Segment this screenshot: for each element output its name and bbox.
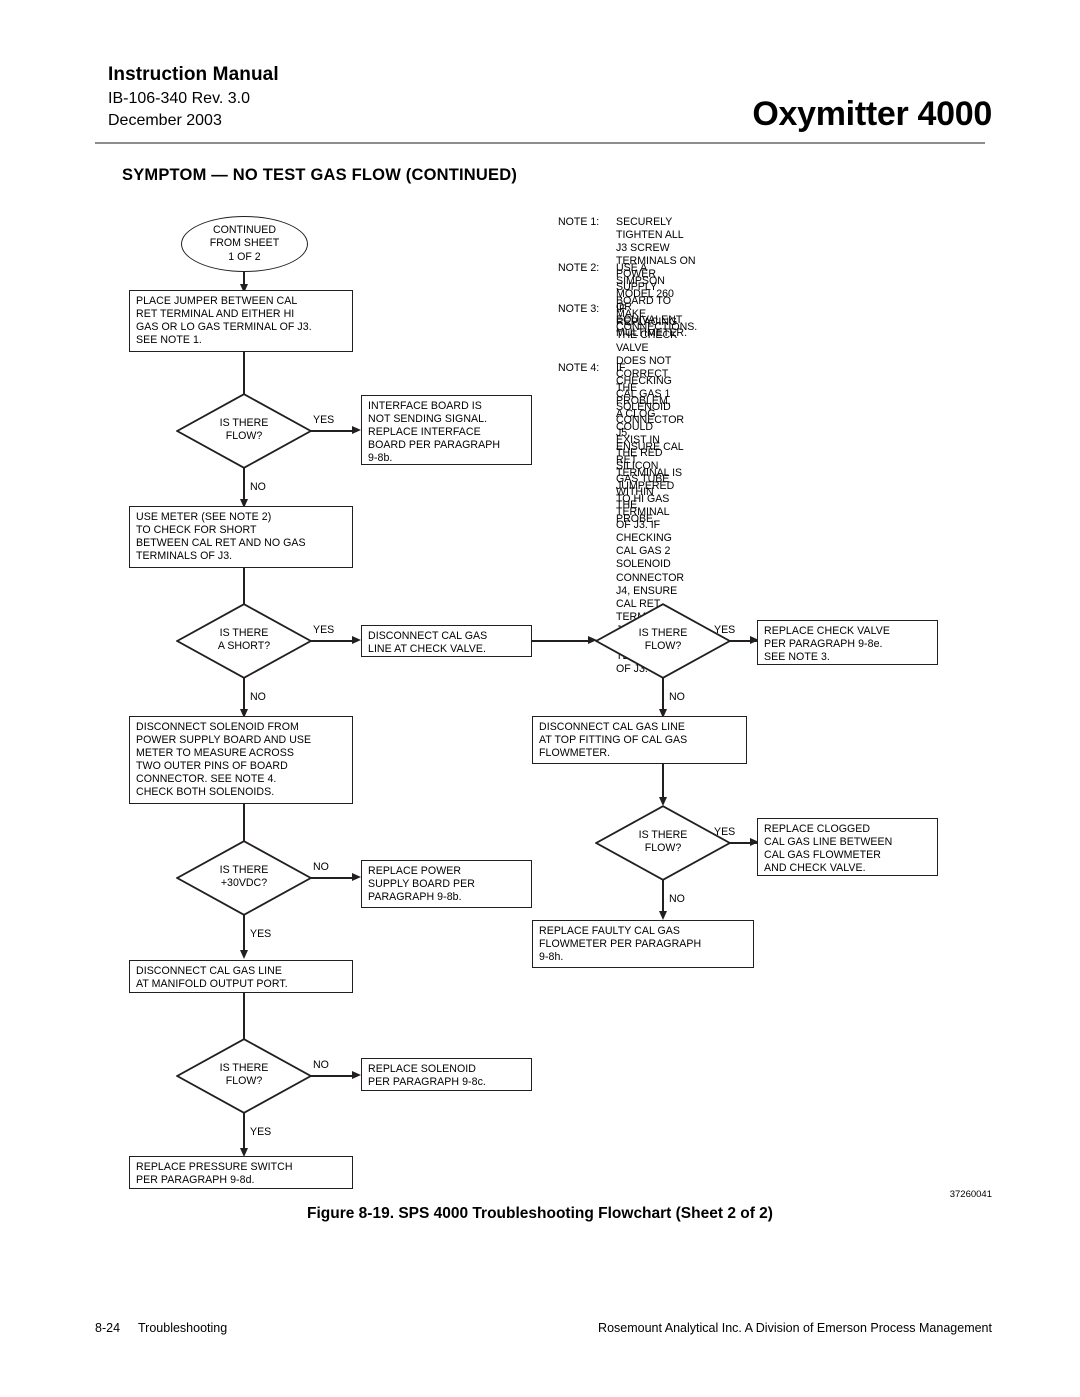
footer-page-number: 8-24 xyxy=(95,1321,121,1335)
arrowhead-right xyxy=(352,873,361,881)
box-disconnect-flowmeter: DISCONNECT CAL GAS LINE AT TOP FITTING O… xyxy=(532,716,747,764)
edge-label-no: NO xyxy=(313,1059,329,1071)
edge-label-no: NO xyxy=(669,893,685,905)
decision-flow-2-label: IS THERE FLOW? xyxy=(638,627,688,653)
arrowhead-down xyxy=(239,950,248,959)
decision-flow-3: IS THERE FLOW? xyxy=(595,805,731,881)
arrowhead-right xyxy=(352,1071,361,1079)
box-replace-check-valve: REPLACE CHECK VALVE PER PARAGRAPH 9-8e. … xyxy=(757,620,938,665)
connector-meter-to-short xyxy=(243,568,245,605)
edge-label-no: NO xyxy=(250,691,266,703)
connector-30vdc-yes xyxy=(243,915,245,953)
decision-flow-4: IS THERE FLOW? xyxy=(176,1038,312,1114)
footer-company: Rosemount Analytical Inc. A Division of … xyxy=(598,1321,992,1335)
box-replace-solenoid: REPLACE SOLENOID PER PARAGRAPH 9-8c. xyxy=(361,1058,532,1091)
header-divider xyxy=(95,142,985,144)
connector-30vdc-no xyxy=(310,877,357,879)
connector-jumper-to-flow1 xyxy=(243,352,245,395)
connector-flow4-yes xyxy=(243,1113,245,1151)
connector-short-yes xyxy=(310,640,357,642)
box-use-meter: USE METER (SEE NOTE 2) TO CHECK FOR SHOR… xyxy=(129,506,353,568)
decision-30vdc-label: IS THERE +30VDC? xyxy=(219,864,269,890)
footer-section: Troubleshooting xyxy=(138,1321,228,1335)
connector-checkvalve-to-flow2 xyxy=(532,640,592,642)
connector-manifold-to-flow4 xyxy=(243,993,245,1040)
connector-flow4-no xyxy=(310,1075,357,1077)
arrowhead-right xyxy=(352,636,361,644)
drawing-part-number: 37260041 xyxy=(949,1189,992,1200)
figure-caption: Figure 8-19. SPS 4000 Troubleshooting Fl… xyxy=(307,1205,773,1222)
decision-short: IS THERE A SHORT? xyxy=(176,603,312,679)
box-place-jumper: PLACE JUMPER BETWEEN CAL RET TERMINAL AN… xyxy=(129,290,353,352)
edge-label-yes: YES xyxy=(313,414,335,426)
decision-flow-1: IS THERE FLOW? xyxy=(176,393,312,469)
box-replace-faulty-flowmeter: REPLACE FAULTY CAL GAS FLOWMETER PER PAR… xyxy=(532,920,754,968)
flow-start-oval: CONTINUED FROM SHEET 1 OF 2 xyxy=(181,216,308,272)
box-disconnect-solenoid: DISCONNECT SOLENOID FROM POWER SUPPLY BO… xyxy=(129,716,353,804)
edge-label-no: NO xyxy=(313,861,329,873)
decision-flow-1-label: IS THERE FLOW? xyxy=(219,417,269,443)
decision-30vdc: IS THERE +30VDC? xyxy=(176,840,312,916)
note-3-tag: NOTE 3: xyxy=(558,303,600,315)
manual-title: Instruction Manual xyxy=(108,64,279,85)
product-name: Oxymitter 4000 xyxy=(752,95,992,133)
edge-label-no: NO xyxy=(250,481,266,493)
note-2-tag: NOTE 2: xyxy=(558,262,600,274)
symptom-heading: SYMPTOM — NO TEST GAS FLOW (CONTINUED) xyxy=(122,166,518,184)
note-4-tag: NOTE 4: xyxy=(558,362,600,374)
edge-label-yes: YES xyxy=(313,624,335,636)
edge-label-yes: YES xyxy=(714,826,736,838)
document-date: December 2003 xyxy=(108,112,222,129)
decision-short-label: IS THERE A SHORT? xyxy=(217,627,271,653)
decision-flow-2: IS THERE FLOW? xyxy=(595,603,731,679)
box-interface-board: INTERFACE BOARD IS NOT SENDING SIGNAL. R… xyxy=(361,395,532,465)
box-replace-clogged-line: REPLACE CLOGGED CAL GAS LINE BETWEEN CAL… xyxy=(757,818,938,876)
edge-label-yes: YES xyxy=(714,624,736,636)
arrowhead-right xyxy=(352,426,361,434)
box-replace-pressure-switch: REPLACE PRESSURE SWITCH PER PARAGRAPH 9-… xyxy=(129,1156,353,1189)
connector-solenoid-to-30vdc xyxy=(243,804,245,842)
document-number: IB-106-340 Rev. 3.0 xyxy=(108,90,251,107)
decision-flow-3-label: IS THERE FLOW? xyxy=(638,829,688,855)
edge-label-yes: YES xyxy=(250,1126,272,1138)
connector-flow1-yes xyxy=(310,430,357,432)
arrowhead-down xyxy=(658,911,667,920)
box-disconnect-check-valve: DISCONNECT CAL GAS LINE AT CHECK VALVE. xyxy=(361,625,532,657)
box-disconnect-manifold: DISCONNECT CAL GAS LINE AT MANIFOLD OUTP… xyxy=(129,960,353,993)
box-replace-power-supply: REPLACE POWER SUPPLY BOARD PER PARAGRAPH… xyxy=(361,860,532,908)
edge-label-yes: YES xyxy=(250,928,272,940)
decision-flow-4-label: IS THERE FLOW? xyxy=(219,1062,269,1088)
edge-label-no: NO xyxy=(669,691,685,703)
note-1-tag: NOTE 1: xyxy=(558,216,600,228)
